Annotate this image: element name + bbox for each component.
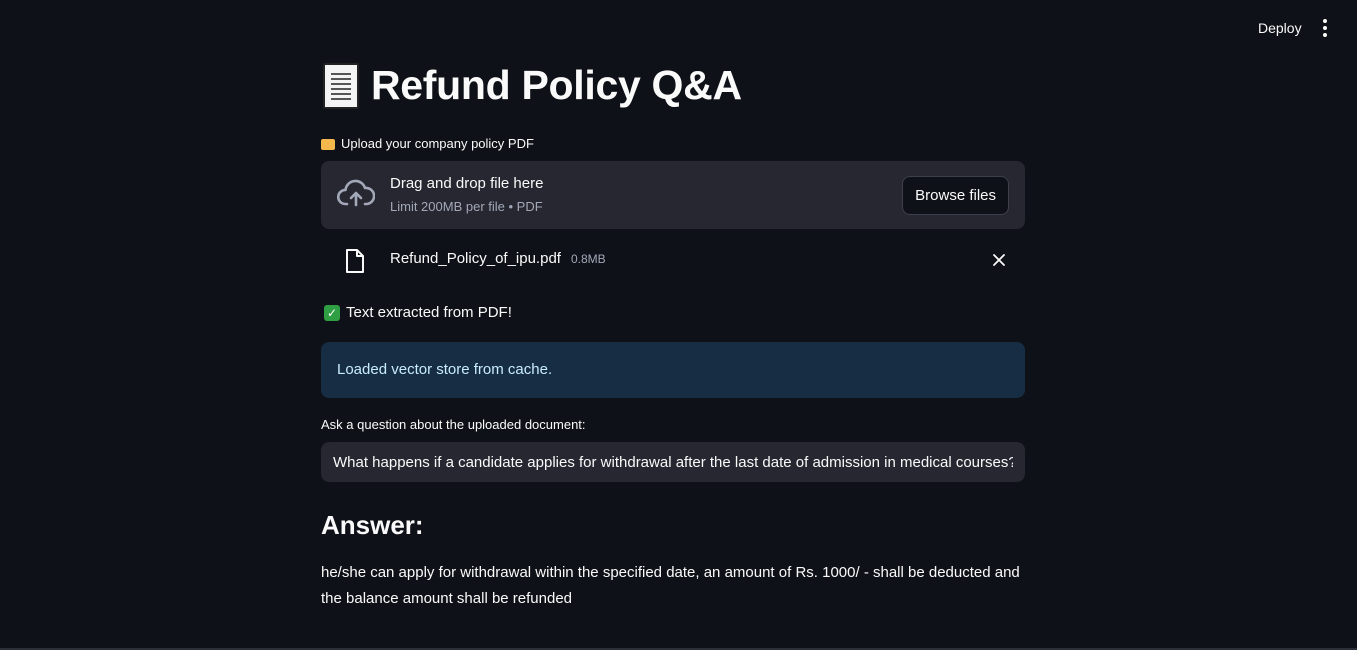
close-icon[interactable]	[992, 253, 1006, 267]
question-label: Ask a question about the uploaded docume…	[321, 417, 586, 432]
kebab-menu-icon[interactable]	[1316, 18, 1334, 38]
deploy-button[interactable]: Deploy	[1250, 19, 1310, 37]
success-text: Text extracted from PDF!	[346, 304, 512, 321]
open-folder-icon	[321, 139, 335, 150]
file-dropzone[interactable]: Drag and drop file here Limit 200MB per …	[321, 161, 1025, 229]
browse-files-button[interactable]: Browse files	[902, 176, 1009, 215]
dropzone-title: Drag and drop file here	[390, 175, 544, 192]
answer-text: he/she can apply for withdrawal within t…	[321, 564, 1020, 607]
file-icon	[346, 249, 364, 273]
answer-heading: Answer:	[321, 510, 424, 540]
page-title: Refund Policy Q&A	[323, 62, 742, 109]
uploaded-file-row: Refund_Policy_of_ipu.pdf 0.8MB	[321, 241, 1025, 281]
page-title-text: Refund Policy Q&A	[371, 62, 742, 108]
question-input[interactable]	[321, 442, 1025, 482]
dropzone-subtitle: Limit 200MB per file • PDF	[390, 199, 543, 214]
page-facing-up-icon	[323, 62, 359, 109]
success-message: ✓ Text extracted from PDF!	[324, 304, 512, 321]
file-size: 0.8MB	[571, 252, 606, 266]
info-alert: Loaded vector store from cache.	[321, 342, 1025, 398]
top-toolbar: Deploy	[0, 0, 1357, 56]
uploader-label-text: Upload your company policy PDF	[341, 136, 534, 151]
check-mark-icon: ✓	[324, 304, 340, 321]
file-name: Refund_Policy_of_ipu.pdf	[390, 250, 561, 267]
cloud-upload-icon	[337, 179, 375, 207]
uploader-label: Upload your company policy PDF	[321, 136, 534, 151]
